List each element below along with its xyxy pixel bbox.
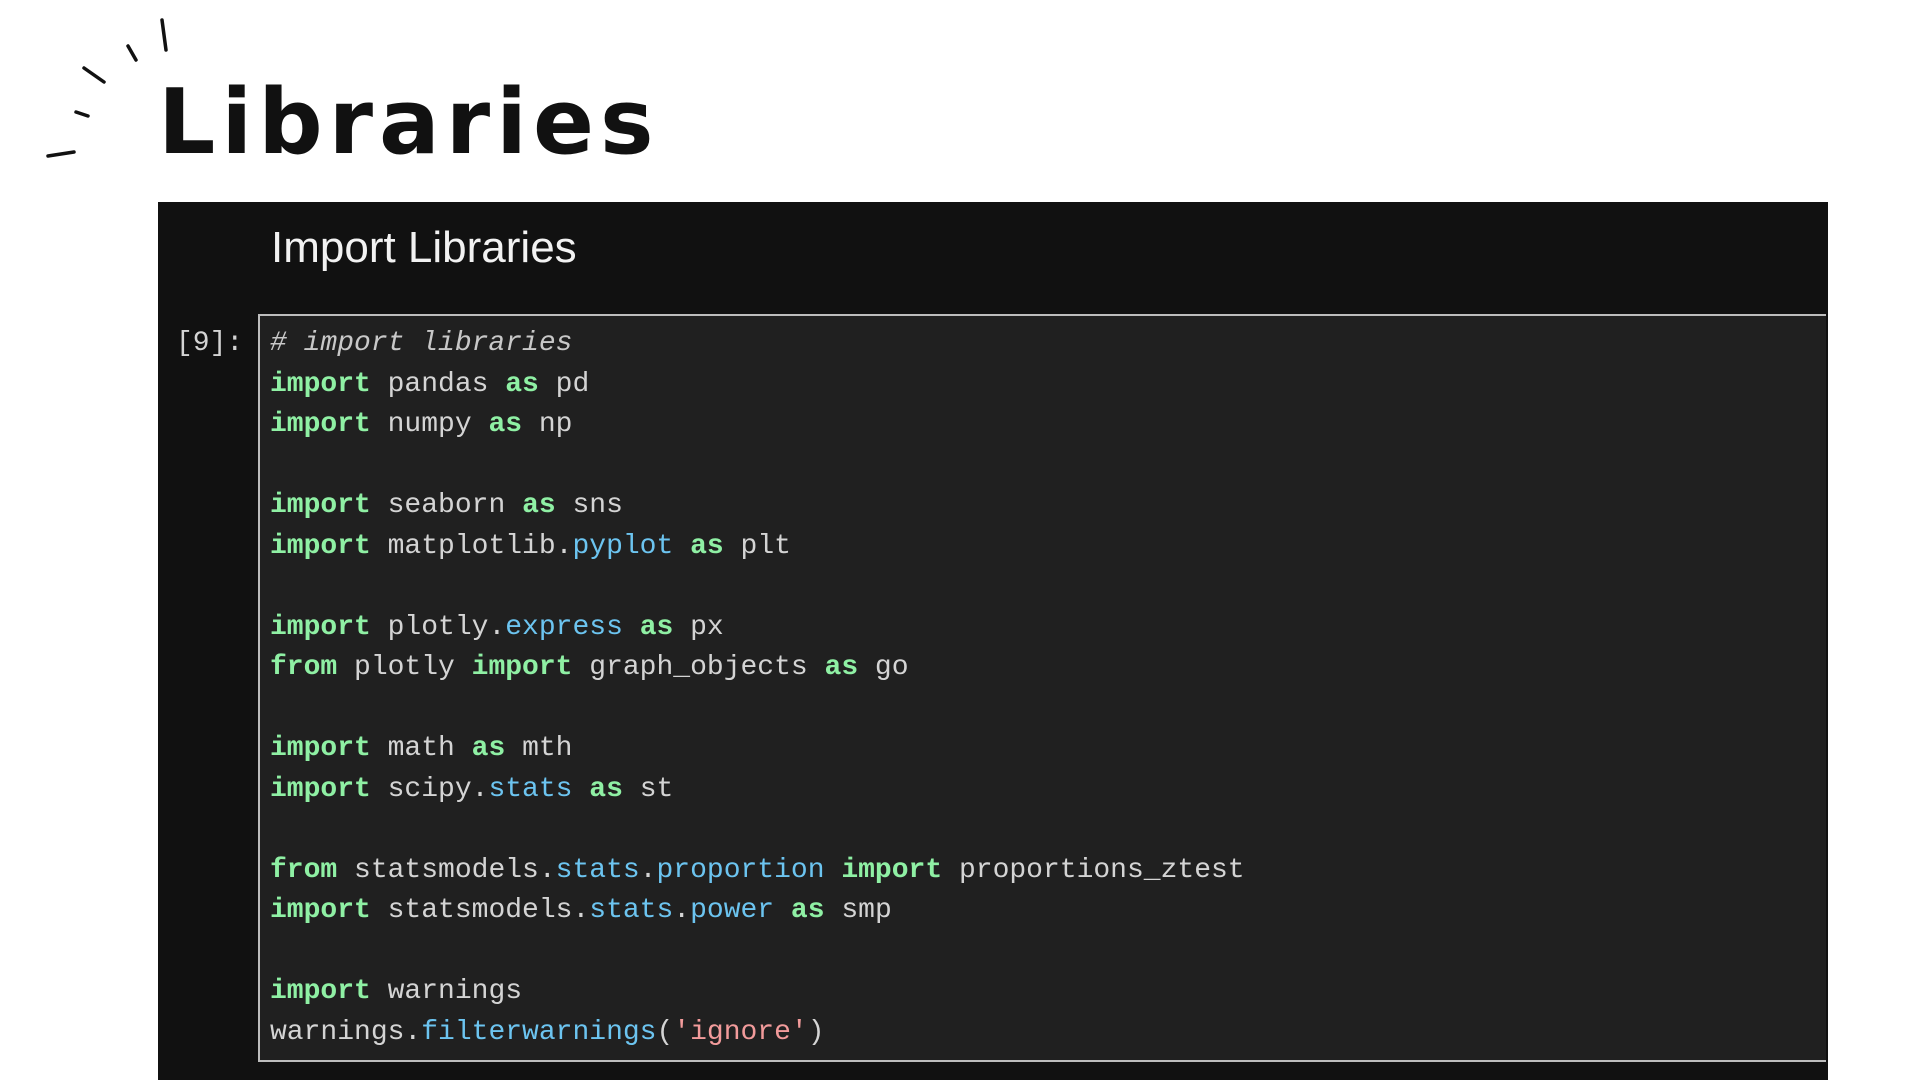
code-identifier: statsmodels. (337, 854, 556, 886)
code-keyword: from (270, 854, 338, 886)
code-line: warnings.filterwarnings('ignore') (270, 1013, 1245, 1054)
code-line: # import libraries (270, 324, 1245, 365)
code-keyword: as (505, 368, 539, 400)
code-keyword: import (270, 530, 371, 562)
code-identifier (774, 895, 791, 926)
code-identifier: statsmodels. (370, 895, 590, 926)
code-identifier: . (639, 854, 657, 886)
code-line: from statsmodels.stats.proportion import… (270, 851, 1245, 892)
code-attribute: proportion (656, 854, 825, 886)
code-identifier (825, 855, 842, 886)
code-lines: # import libraries import pandas as pd imp… (270, 324, 1245, 1053)
code-keyword: import (841, 854, 943, 886)
code-keyword: as (690, 530, 724, 562)
code-keyword: import (270, 490, 371, 521)
code-line: import pandas as pd (270, 365, 1245, 406)
code-identifier: plotly. (370, 611, 506, 643)
code-identifier: plt (723, 530, 791, 562)
code-identifier: mth (505, 733, 573, 764)
code-identifier: proportions_ztest (942, 854, 1245, 886)
code-identifier: smp (824, 895, 892, 926)
code-line: import warnings (270, 972, 1245, 1013)
code-identifier: graph_objects (572, 652, 825, 683)
cell-prompt: [9]: (176, 328, 244, 359)
code-identifier: ( (656, 1016, 674, 1048)
page-title: Libraries (158, 70, 660, 175)
notebook-panel: Import Libraries [9]: # import libraries… (158, 202, 1828, 1080)
code-identifier: math (370, 733, 472, 764)
code-attribute: express (505, 611, 623, 643)
code-identifier: . (673, 895, 691, 926)
code-identifier (673, 531, 690, 562)
code-identifier: warnings (370, 976, 523, 1007)
code-identifier: scipy. (370, 773, 489, 805)
code-attribute: stats (589, 895, 674, 926)
code-line: import seaborn as sns (270, 486, 1245, 527)
code-identifier: matplotlib. (370, 530, 573, 562)
code-identifier: seaborn (370, 490, 523, 521)
code-keyword: import (270, 976, 371, 1007)
markdown-heading: Import Libraries (271, 223, 577, 272)
code-line: import statsmodels.stats.power as smp (270, 891, 1245, 932)
code-string: 'ignore' (673, 1016, 808, 1048)
code-line: from plotly import graph_objects as go (270, 648, 1245, 689)
code-identifier: numpy (370, 409, 489, 440)
code-keyword: import (270, 773, 371, 805)
code-line: import numpy as np (270, 405, 1245, 446)
code-identifier: sns (555, 490, 623, 521)
code-keyword: import (270, 368, 371, 400)
code-identifier: st (622, 773, 674, 805)
code-keyword: as (471, 733, 506, 764)
code-keyword: as (522, 490, 556, 521)
code-identifier: px (673, 611, 724, 643)
code-attribute: filterwarnings (421, 1016, 657, 1048)
code-identifier: go (858, 652, 909, 683)
code-line: import matplotlib.pyplot as plt (270, 527, 1245, 568)
code-identifier (623, 612, 640, 643)
code-identifier: ) (807, 1016, 825, 1048)
code-attribute: stats (488, 773, 573, 805)
code-line: import math as mth (270, 729, 1245, 770)
code-identifier (572, 774, 589, 805)
code-comment: # import libraries (270, 328, 573, 359)
code-keyword: import (270, 895, 371, 926)
code-identifier: plotly (337, 652, 472, 683)
code-attribute: stats (555, 854, 640, 886)
code-line: import plotly.express as px (270, 608, 1245, 649)
code-identifier: np (522, 409, 573, 440)
code-cell-editor[interactable]: # import libraries import pandas as pd imp… (258, 314, 1826, 1062)
code-keyword: import (471, 652, 573, 683)
code-keyword: as (824, 652, 859, 683)
code-attribute: pyplot (572, 530, 674, 562)
code-keyword: from (270, 652, 338, 683)
code-attribute: power (690, 895, 775, 926)
slide-page: Libraries Import Libraries [9]: # import… (0, 0, 1920, 1080)
code-keyword: import (270, 611, 371, 643)
code-keyword: as (589, 773, 623, 805)
code-keyword: import (270, 733, 371, 764)
code-keyword: import (270, 409, 371, 440)
code-keyword: as (790, 895, 825, 926)
code-keyword: as (488, 409, 523, 440)
code-line: import scipy.stats as st (270, 770, 1245, 811)
code-identifier: pandas (370, 368, 506, 400)
code-keyword: as (639, 611, 674, 643)
code-identifier: warnings. (270, 1016, 422, 1048)
code-identifier: pd (538, 368, 590, 400)
